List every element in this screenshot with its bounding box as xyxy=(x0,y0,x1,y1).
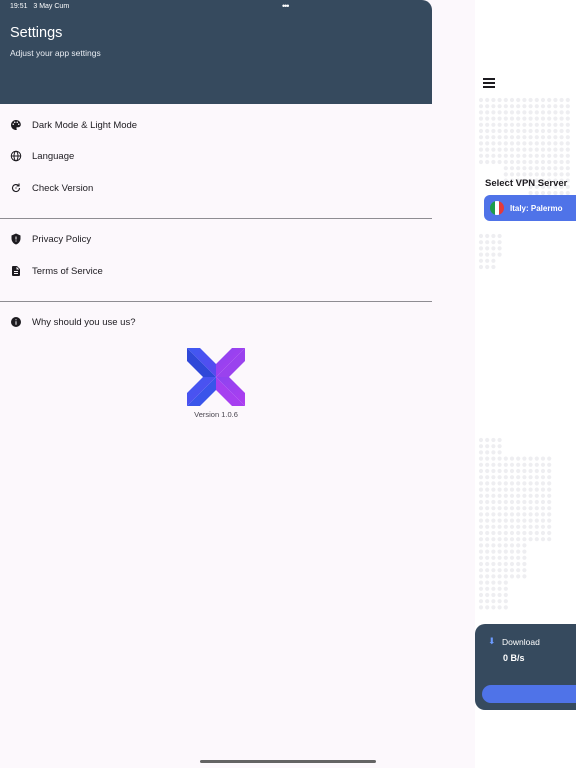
server-selector-button[interactable]: Italy: Palermo xyxy=(484,195,576,221)
globe-icon xyxy=(10,150,22,162)
dark-mode-item[interactable]: Dark Mode & Light Mode xyxy=(0,112,432,138)
section-divider xyxy=(0,301,432,302)
status-bar: 19:51 3 May Cum xyxy=(10,3,69,10)
download-card: ⬇ Download 0 B/s xyxy=(475,624,576,710)
multitask-dots-icon[interactable]: ••• xyxy=(282,1,290,11)
why-use-us-item[interactable]: Why should you use us? xyxy=(0,309,432,335)
home-indicator[interactable] xyxy=(200,760,376,763)
dark-mode-label: Dark Mode & Light Mode xyxy=(32,119,138,131)
app-logo xyxy=(187,348,245,406)
terms-of-service-item[interactable]: Terms of Service xyxy=(0,258,432,284)
privacy-policy-label: Privacy Policy xyxy=(32,233,92,245)
app-version: Version 1.0.6 xyxy=(194,410,238,419)
menu-icon[interactable] xyxy=(483,78,495,88)
download-value: 0 B/s xyxy=(503,653,525,663)
connect-button[interactable] xyxy=(482,685,576,703)
status-date: 3 May Cum xyxy=(33,3,70,10)
language-item[interactable]: Language xyxy=(0,143,432,169)
download-label: Download xyxy=(502,637,540,647)
status-time: 19:51 xyxy=(10,3,28,10)
refresh-icon xyxy=(10,182,22,194)
section-divider xyxy=(0,218,432,219)
info-icon xyxy=(10,316,22,328)
select-vpn-server-label: Select VPN Server xyxy=(485,178,568,189)
download-icon: ⬇ xyxy=(488,636,496,646)
check-version-item[interactable]: Check Version xyxy=(0,175,432,201)
page-title: Settings xyxy=(10,25,63,41)
palette-icon xyxy=(10,119,22,131)
background-app-topbar xyxy=(475,58,576,108)
settings-panel: 19:51 3 May Cum ••• Settings Adjust your… xyxy=(0,0,432,768)
terms-of-service-label: Terms of Service xyxy=(32,265,103,277)
page-subtitle: Adjust your app settings xyxy=(10,48,101,58)
why-use-us-label: Why should you use us? xyxy=(32,316,136,328)
check-version-label: Check Version xyxy=(32,182,94,194)
document-icon xyxy=(10,265,22,277)
settings-header: 19:51 3 May Cum ••• Settings Adjust your… xyxy=(0,0,432,104)
italy-flag-icon xyxy=(490,201,504,215)
language-label: Language xyxy=(32,150,75,162)
privacy-policy-item[interactable]: Privacy Policy xyxy=(0,226,432,252)
server-name: Italy: Palermo xyxy=(510,203,563,213)
shield-icon xyxy=(10,233,22,245)
